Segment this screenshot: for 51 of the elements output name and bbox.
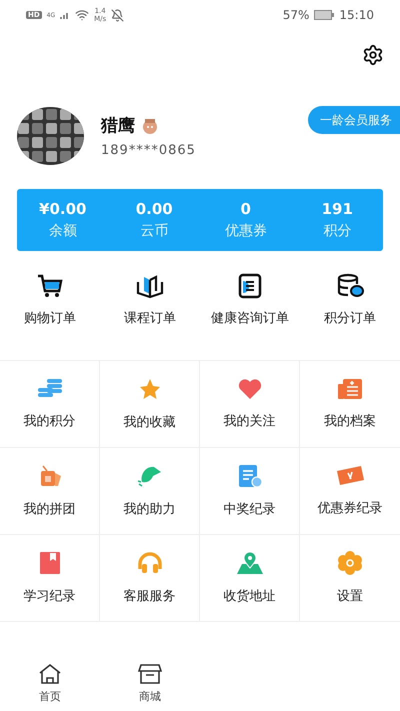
order-link[interactable]: 课程订单 [124,309,176,327]
service-link[interactable]: 我的助力 [124,500,176,518]
service-link[interactable]: 我的档案 [324,412,376,430]
stat-label: 积分 [323,222,352,240]
order-link[interactable]: 购物订单 [24,309,76,327]
service-link[interactable]: 我的拼团 [24,500,76,518]
stat-value: 0 [240,200,251,218]
heart-icon [236,378,262,400]
clock: 15:10 [339,8,374,22]
order-link[interactable]: 健康咨询订单 [211,309,289,327]
service-link[interactable]: 客服服务 [124,587,176,605]
order-link[interactable]: 积分订单 [324,309,376,327]
service-link[interactable]: 学习纪录 [24,587,76,605]
battery-level: 57% [282,8,310,22]
service-link[interactable]: 设置 [337,587,363,605]
store-icon [138,663,162,685]
service-link[interactable]: 我的关注 [224,412,276,430]
stat-label: 云币 [140,222,168,240]
wifi-icon [75,8,90,22]
headphones-icon [136,551,162,575]
cart-icon [37,273,63,299]
service-link[interactable]: 我的积分 [24,412,76,430]
star-icon [138,377,162,401]
tab-bar-item[interactable]: 首页 [0,659,100,711]
book-icon [136,273,164,299]
level-badge-icon [141,116,159,134]
database-icon [336,273,364,299]
stat-value: ¥0.00 [39,200,86,218]
clipboard-icon [237,273,263,299]
user-name: 猎鹰 [101,115,135,137]
service-link[interactable]: 优惠券纪录 [318,499,382,517]
document-icon [236,464,262,488]
signal-icon [60,10,70,20]
settings-icon[interactable] [362,44,384,66]
phone-number: 189****0865 [101,143,197,158]
battery-icon [314,10,334,20]
coins-icon [36,378,62,400]
ticket-icon [335,465,365,487]
service-link[interactable]: 收货地址 [224,587,276,605]
bell-off-icon [111,8,124,22]
stat-value: 191 [322,200,353,218]
stat-value: 0.00 [136,200,173,218]
stat-label: 优惠券 [224,222,267,240]
book-icon [38,551,62,575]
stat-label: 余额 [48,222,77,240]
home-icon [38,663,62,685]
document-icon [337,378,363,400]
service-link[interactable]: 中奖纪录 [224,500,276,518]
tab-bar-item[interactable]: 商城 [100,659,200,711]
map-pin-icon [236,551,264,575]
service-link[interactable]: 我的收藏 [124,413,176,431]
